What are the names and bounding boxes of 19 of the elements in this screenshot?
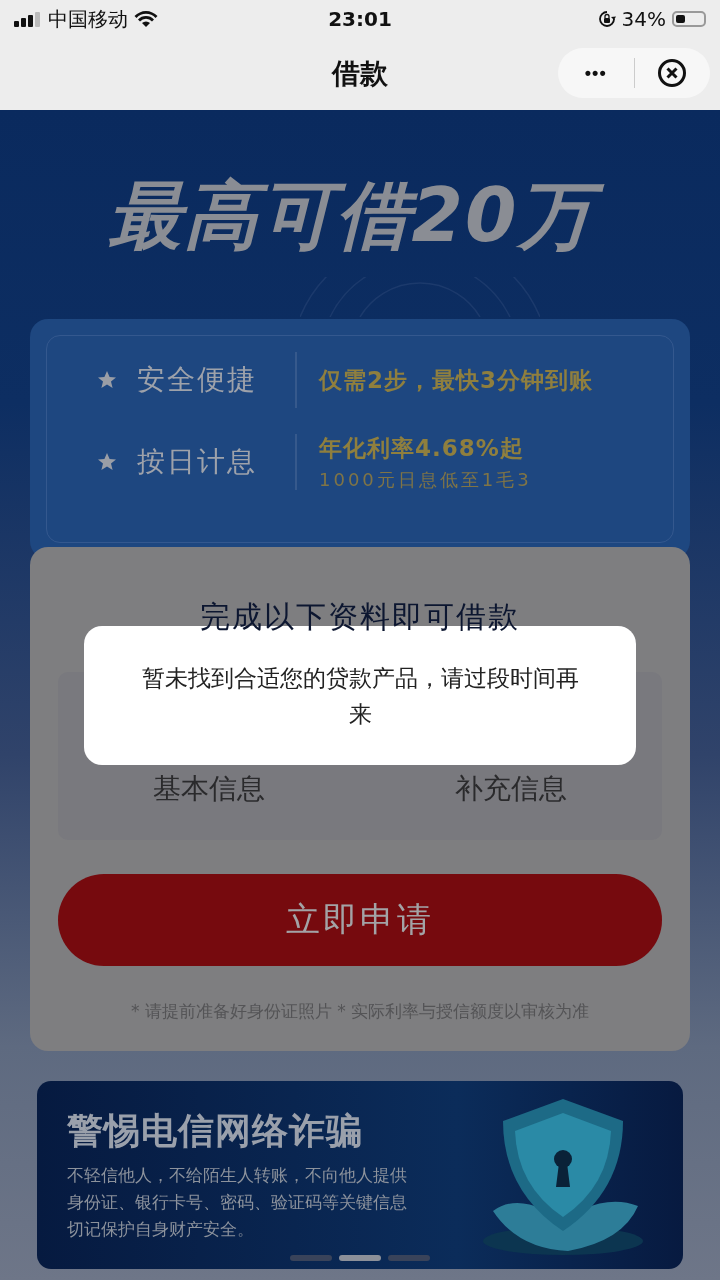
banner-text-line: 身份证、银行卡号、密码、验证码等关键信息 [67,1191,407,1214]
page-title: 借款 [332,56,388,92]
feature-detail: 年化利率4.68%起 [319,433,525,463]
apply-button[interactable]: 立即申请 [58,874,662,966]
step-label: 补充信息 [455,771,567,807]
step-label: 基本信息 [153,771,265,807]
carrier-name: 中国移动 [48,5,128,33]
clock-time: 23:01 [328,7,392,31]
feature-detail: 仅需2步，最快3分钟到账 [319,365,593,395]
banner-title: 警惕电信网络诈骗 [67,1109,364,1153]
feature-subtext: 1000元日息低至1毛3 [319,467,532,492]
headline: 最高可借20万 [101,160,619,270]
battery-percent: 34% [621,7,666,31]
more-button[interactable]: ••• [558,48,634,98]
feature-label: 安全便捷 [137,362,258,398]
feature-label: 按日计息 [137,444,258,480]
banner[interactable]: 警惕电信网络诈骗 不轻信他人，不给陌生人转账，不向他人提供 身份证、银行卡号、密码、验证码等关键信息 切记保护自身财产安全。 [37,1081,683,1269]
banner-text-line: 切记保护自身财产安全。 [67,1218,254,1241]
banner-text-line: 不轻信他人，不给陌生人转账，不向他人提供 [67,1164,407,1187]
